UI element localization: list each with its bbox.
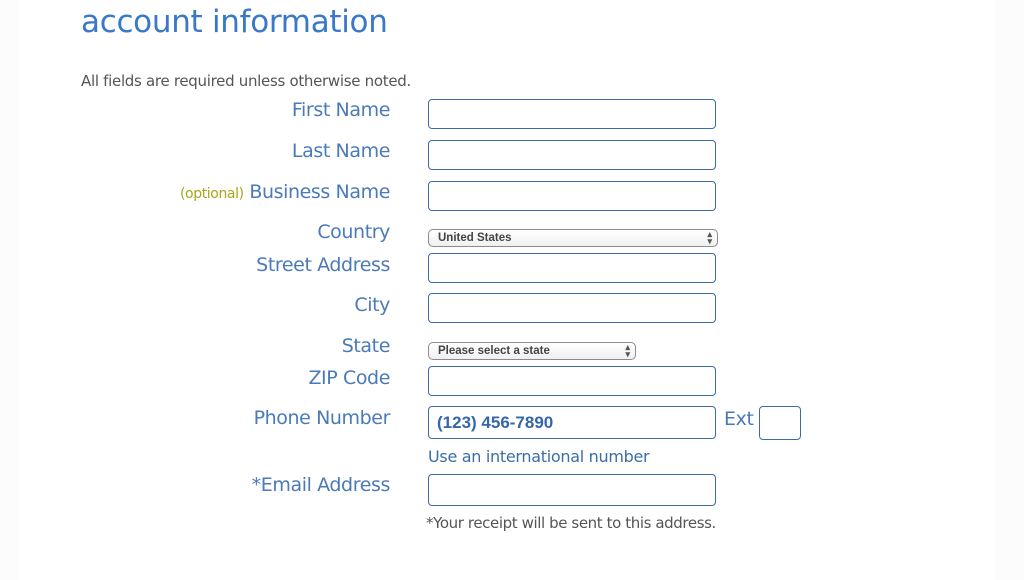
international-number-link[interactable]: Use an international number [428, 447, 650, 466]
phone-number-label: Phone Number [253, 407, 391, 429]
phone-number-input[interactable] [428, 406, 716, 439]
first-name-label: First Name [291, 99, 390, 121]
email-address-input[interactable] [428, 474, 716, 506]
account-information-form: account information All fields are requi… [19, 0, 995, 580]
business-name-label-group: (optional) Business Name [180, 181, 390, 203]
select-arrows-icon: ▴ ▾ [707, 229, 712, 246]
select-arrows-icon: ▴ ▾ [625, 342, 630, 359]
email-address-label: *Email Address [251, 474, 391, 496]
ext-input[interactable] [759, 406, 801, 440]
zip-code-label: ZIP Code [308, 367, 390, 389]
page-title: account information [81, 4, 388, 40]
state-select[interactable]: Please select a state ▴ ▾ [428, 342, 636, 360]
street-address-label: Street Address [256, 254, 390, 276]
state-label: State [341, 335, 391, 357]
last-name-label: Last Name [291, 140, 390, 162]
optional-tag: (optional) [180, 186, 244, 202]
street-address-input[interactable] [428, 253, 716, 283]
business-name-label: Business Name [249, 181, 390, 203]
country-select[interactable]: United States ▴ ▾ [428, 229, 718, 247]
zip-code-input[interactable] [428, 366, 716, 396]
receipt-note: *Your receipt will be sent to this addre… [426, 514, 716, 532]
required-note: All fields are required unless otherwise… [81, 72, 411, 90]
state-selected-value: Please select a state [438, 345, 550, 357]
ext-label: Ext [724, 408, 754, 430]
country-selected-value: United States [438, 232, 512, 244]
country-label: Country [317, 221, 390, 243]
business-name-input[interactable] [428, 181, 716, 211]
first-name-input[interactable] [428, 99, 716, 129]
last-name-input[interactable] [428, 140, 716, 170]
city-label: City [354, 294, 390, 316]
city-input[interactable] [428, 293, 716, 323]
